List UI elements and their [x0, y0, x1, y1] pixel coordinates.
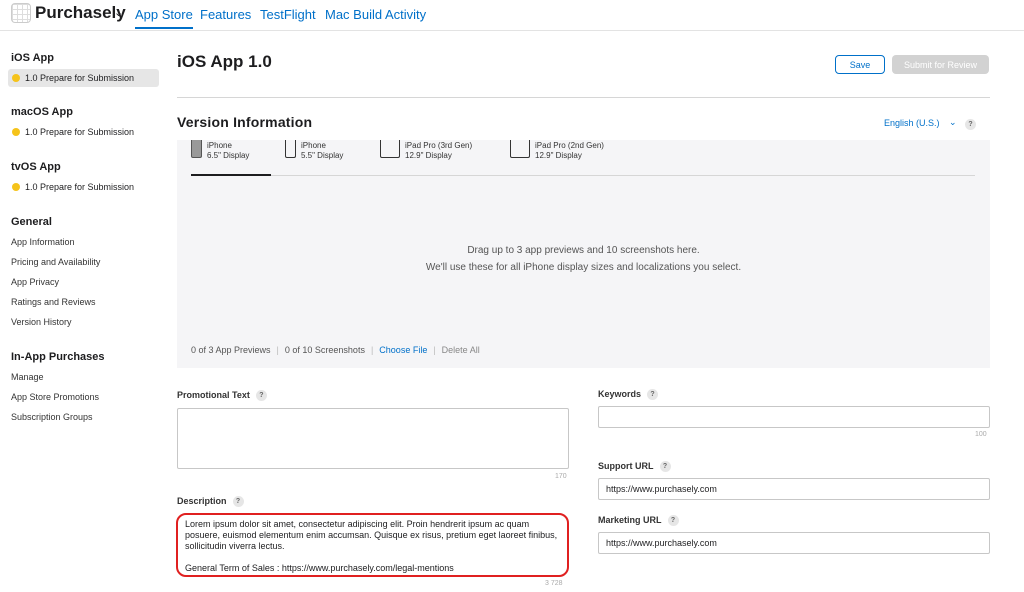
sidebar-item-app-privacy[interactable]: App Privacy: [11, 277, 59, 287]
chevron-down-icon[interactable]: ⌄: [949, 117, 957, 128]
status-dot-icon: [12, 183, 20, 191]
promotional-text-counter: 170: [555, 473, 567, 480]
promotional-text-label: Promotional Text?: [177, 390, 267, 402]
active-tab-indicator: [191, 174, 271, 176]
tab-mac-build-activity[interactable]: Mac Build Activity: [325, 7, 426, 22]
tab-app-store[interactable]: App Store: [135, 7, 193, 29]
sidebar: iOS App 1.0 Prepare for Submission macOS…: [0, 31, 162, 592]
chevron-down-icon[interactable]: ⌄: [114, 6, 123, 19]
top-navigation-bar: Purchasely ⌄ App Store Features TestFlig…: [0, 0, 1024, 31]
sidebar-heading-iap: In-App Purchases: [11, 351, 105, 363]
sidebar-item-app-information[interactable]: App Information: [11, 237, 75, 247]
sidebar-item-app-store-promotions[interactable]: App Store Promotions: [11, 392, 99, 402]
media-drop-zone[interactable]: iPhone 6.5" Display iPhone 5.5" Display …: [177, 140, 990, 368]
tab-features[interactable]: Features: [200, 7, 251, 22]
device-tab-sublabel: 12.9" Display: [535, 151, 582, 160]
sidebar-item-macos-version[interactable]: 1.0 Prepare for Submission: [8, 123, 159, 141]
sidebar-heading-ios-app[interactable]: iOS App: [11, 52, 54, 64]
field-label-text: Keywords: [598, 389, 642, 399]
previews-count: 0 of 3 App Previews: [191, 345, 271, 355]
sidebar-item-label: 1.0 Prepare for Submission: [25, 182, 135, 192]
help-icon[interactable]: ?: [659, 461, 671, 473]
screenshots-count: 0 of 10 Screenshots: [284, 345, 365, 355]
brand-name[interactable]: Purchasely: [35, 3, 126, 23]
field-label-text: Marketing URL: [598, 515, 662, 525]
marketing-url-label: Marketing URL?: [598, 515, 679, 527]
description-input[interactable]: Lorem ipsum dolor sit amet, consectetur …: [176, 513, 569, 577]
description-terms: General Term of Sales : https://www.purc…: [185, 563, 454, 573]
support-url-input[interactable]: https://www.purchasely.com: [598, 478, 990, 500]
tab-testflight[interactable]: TestFlight: [260, 7, 316, 22]
iphone-icon: [191, 140, 202, 158]
device-tab-sublabel: 6.5" Display: [207, 151, 250, 160]
section-title-version-information: Version Information: [177, 114, 313, 130]
device-tab-label: iPad Pro (3rd Gen): [405, 141, 473, 150]
description-paragraph: Lorem ipsum dolor sit amet, consectetur …: [185, 519, 558, 551]
sidebar-heading-general: General: [11, 216, 52, 228]
sidebar-item-tvos-version[interactable]: 1.0 Prepare for Submission: [8, 178, 159, 196]
iphone-icon: [285, 140, 296, 158]
help-icon[interactable]: ?: [965, 119, 976, 130]
sidebar-item-ios-version[interactable]: 1.0 Prepare for Submission: [8, 69, 159, 87]
keywords-label: Keywords?: [598, 389, 659, 401]
ipad-icon: [380, 140, 400, 158]
submit-for-review-button[interactable]: Submit for Review: [892, 55, 989, 74]
device-tab-sublabel: 12.9" Display: [405, 151, 452, 160]
app-grid-icon[interactable]: [11, 3, 31, 23]
sidebar-item-label: 1.0 Prepare for Submission: [25, 73, 135, 83]
field-label-text: Promotional Text: [177, 390, 250, 400]
sidebar-heading-macos-app[interactable]: macOS App: [11, 106, 73, 118]
device-tab-sublabel: 5.5" Display: [301, 151, 344, 160]
device-tab-ipad-pro-2nd[interactable]: iPad Pro (2nd Gen) 12.9" Display: [510, 140, 625, 176]
help-icon[interactable]: ?: [255, 390, 267, 402]
divider: [177, 97, 990, 98]
sidebar-item-version-history[interactable]: Version History: [11, 317, 72, 327]
media-footer: 0 of 3 App Previews | 0 of 10 Screenshots |…: [191, 345, 480, 355]
field-label-text: Support URL: [598, 461, 654, 471]
keywords-input[interactable]: [598, 406, 990, 428]
help-icon[interactable]: ?: [647, 389, 659, 401]
delete-all-link[interactable]: Delete All: [442, 345, 480, 355]
language-selector[interactable]: English (U.S.): [884, 118, 940, 128]
description-label: Description?: [177, 496, 244, 508]
device-tab-iphone-65[interactable]: iPhone 6.5" Display: [191, 140, 271, 176]
promotional-text-input[interactable]: [177, 408, 569, 469]
sidebar-item-manage[interactable]: Manage: [11, 372, 44, 382]
drop-instructions: Drag up to 3 app previews and 10 screens…: [467, 245, 700, 256]
support-url-label: Support URL?: [598, 461, 671, 473]
divider: [191, 175, 975, 176]
help-icon[interactable]: ?: [667, 515, 679, 527]
sidebar-item-subscription-groups[interactable]: Subscription Groups: [11, 412, 93, 422]
ipad-icon: [510, 140, 530, 158]
page-title: iOS App 1.0: [177, 52, 272, 71]
device-tab-label: iPad Pro (2nd Gen): [535, 141, 604, 150]
drop-instructions-detail: We'll use these for all iPhone display s…: [425, 262, 742, 273]
device-tab-ipad-pro-3rd[interactable]: iPad Pro (3rd Gen) 12.9" Display: [380, 140, 495, 176]
keywords-counter: 100: [975, 431, 987, 438]
save-button[interactable]: Save: [835, 55, 885, 74]
help-icon[interactable]: ?: [232, 496, 244, 508]
device-tab-label: iPhone: [207, 141, 232, 150]
status-dot-icon: [12, 74, 20, 82]
device-tab-iphone-55[interactable]: iPhone 5.5" Display: [285, 140, 365, 176]
description-counter: 3 728: [545, 580, 563, 587]
choose-file-link[interactable]: Choose File: [379, 345, 427, 355]
marketing-url-input[interactable]: https://www.purchasely.com: [598, 532, 990, 554]
sidebar-item-ratings[interactable]: Ratings and Reviews: [11, 297, 96, 307]
sidebar-item-label: 1.0 Prepare for Submission: [25, 127, 135, 137]
status-dot-icon: [12, 128, 20, 136]
sidebar-heading-tvos-app[interactable]: tvOS App: [11, 161, 61, 173]
sidebar-item-pricing[interactable]: Pricing and Availability: [11, 257, 100, 267]
device-tab-label: iPhone: [301, 141, 326, 150]
field-label-text: Description: [177, 496, 227, 506]
